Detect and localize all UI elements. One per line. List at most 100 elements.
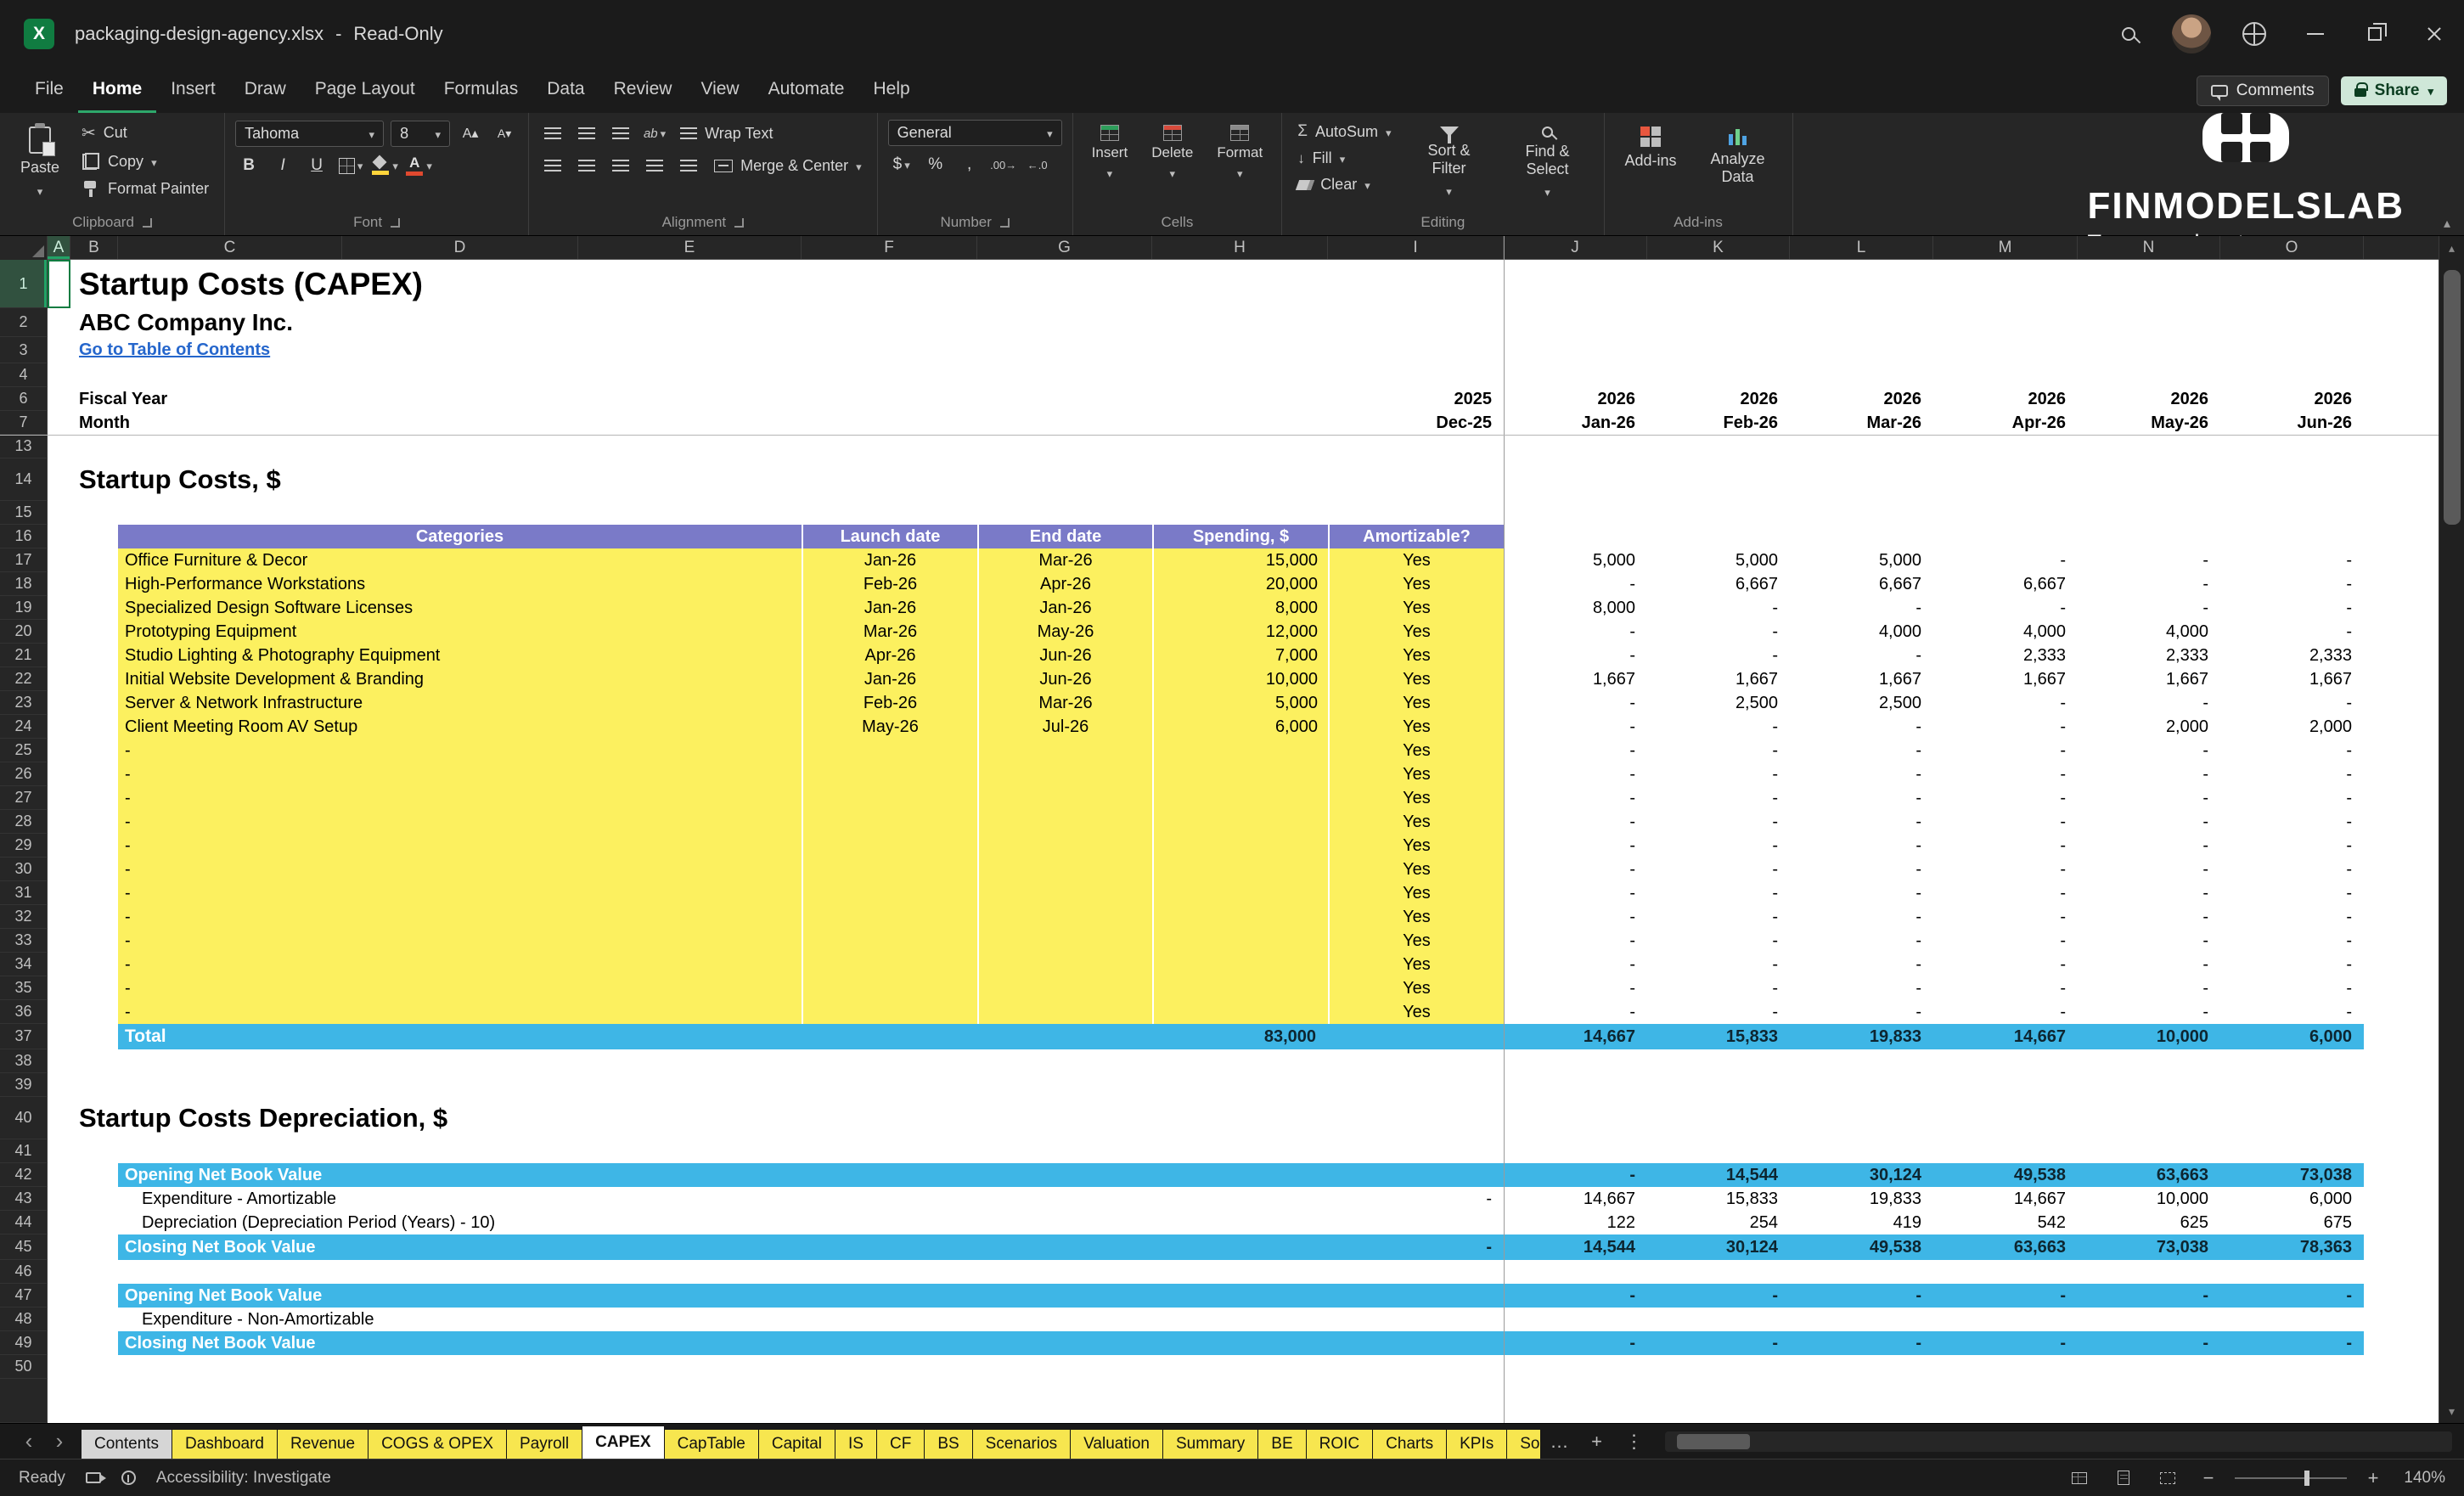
cell-K31[interactable]: - <box>1647 881 1790 905</box>
cell-O49[interactable]: - <box>2220 1331 2364 1355</box>
decrease-font-button[interactable] <box>491 120 518 147</box>
cell-C33[interactable]: - <box>118 929 802 953</box>
column-header-F[interactable]: F <box>802 236 977 259</box>
cell-K17[interactable]: 5,000 <box>1647 548 1790 572</box>
column-header-N[interactable]: N <box>2078 236 2220 259</box>
cell-C34[interactable]: - <box>118 953 802 976</box>
cell-K23[interactable]: 2,500 <box>1647 691 1790 715</box>
cell-H25[interactable] <box>1152 739 1328 762</box>
menu-tab-home[interactable]: Home <box>77 68 157 113</box>
menu-tab-file[interactable]: File <box>20 68 78 113</box>
cell-H26[interactable] <box>1152 762 1328 786</box>
row-header-49[interactable]: 49 <box>0 1331 48 1355</box>
cell-G28[interactable] <box>977 810 1152 834</box>
cell-N18[interactable]: - <box>2078 572 2220 596</box>
menu-tab-draw[interactable]: Draw <box>230 68 301 113</box>
cell-M49[interactable]: - <box>1933 1331 2078 1355</box>
row-header-46[interactable]: 46 <box>0 1260 48 1284</box>
cell-N25[interactable]: - <box>2078 739 2220 762</box>
cell-I31[interactable]: Yes <box>1328 881 1504 905</box>
cell-N31[interactable]: - <box>2078 881 2220 905</box>
row-header-40[interactable]: 40 <box>0 1097 48 1139</box>
zoom-out-button[interactable] <box>2197 1467 2219 1489</box>
cut-button[interactable]: Cut <box>76 120 214 146</box>
currency-format-button[interactable]: $ <box>888 151 915 178</box>
row-header-13[interactable]: 13 <box>0 435 48 458</box>
cell-H33[interactable] <box>1152 929 1328 953</box>
cell-J28[interactable]: - <box>1504 810 1647 834</box>
row-header-41[interactable]: 41 <box>0 1139 48 1163</box>
cell-I34[interactable]: Yes <box>1328 953 1504 976</box>
cell-O28[interactable]: - <box>2220 810 2364 834</box>
sheet-tab-bs[interactable]: BS <box>925 1430 973 1459</box>
next-sheet-button[interactable] <box>44 1424 75 1459</box>
cell-H34[interactable] <box>1152 953 1328 976</box>
cell-N49[interactable]: - <box>2078 1331 2220 1355</box>
cell-J43[interactable]: 14,667 <box>1504 1187 1647 1211</box>
column-header-O[interactable]: O <box>2220 236 2364 259</box>
menu-tab-review[interactable]: Review <box>599 68 687 113</box>
cell-N30[interactable]: - <box>2078 858 2220 881</box>
cell-K35[interactable]: - <box>1647 976 1790 1000</box>
column-header-B[interactable]: B <box>70 236 118 259</box>
cell-J33[interactable]: - <box>1504 929 1647 953</box>
cell-F26[interactable] <box>802 762 977 786</box>
cell-M43[interactable]: 14,667 <box>1933 1187 2078 1211</box>
cell-G35[interactable] <box>977 976 1152 1000</box>
cell-H32[interactable] <box>1152 905 1328 929</box>
cell-C18[interactable]: High-Performance Workstations <box>118 572 802 596</box>
cell-O7[interactable]: Jun-26 <box>2220 411 2364 435</box>
cell-J34[interactable]: - <box>1504 953 1647 976</box>
addins-button[interactable]: Add-ins <box>1615 120 1687 177</box>
cell-J44[interactable]: 122 <box>1504 1211 1647 1234</box>
row-header-34[interactable]: 34 <box>0 953 48 976</box>
cell-C47[interactable]: Opening Net Book Value <box>118 1284 977 1308</box>
decrease-indent-button[interactable] <box>641 152 668 179</box>
cell-M35[interactable]: - <box>1933 976 2078 1000</box>
cell-I24[interactable]: Yes <box>1328 715 1504 739</box>
cell-J36[interactable]: - <box>1504 1000 1647 1024</box>
cell-L25[interactable]: - <box>1790 739 1933 762</box>
cell-L18[interactable]: 6,667 <box>1790 572 1933 596</box>
sheet-tab-revenue[interactable]: Revenue <box>278 1430 369 1459</box>
menu-tab-insert[interactable]: Insert <box>156 68 230 113</box>
row-header-45[interactable]: 45 <box>0 1234 48 1260</box>
cell-I18[interactable]: Yes <box>1328 572 1504 596</box>
cell-L34[interactable]: - <box>1790 953 1933 976</box>
cell-M33[interactable]: - <box>1933 929 2078 953</box>
cell-C43[interactable]: Expenditure - Amortizable <box>118 1187 977 1211</box>
row-header-21[interactable]: 21 <box>0 644 48 667</box>
column-header-J[interactable]: J <box>1504 236 1647 259</box>
cell-I35[interactable]: Yes <box>1328 976 1504 1000</box>
sheet-tab-captable[interactable]: CapTable <box>664 1430 759 1459</box>
cell-F19[interactable]: Jan-26 <box>802 596 977 620</box>
cell-I36[interactable]: Yes <box>1328 1000 1504 1024</box>
cell-L29[interactable]: - <box>1790 834 1933 858</box>
cell-F24[interactable]: May-26 <box>802 715 977 739</box>
cell-N27[interactable]: - <box>2078 786 2220 810</box>
cell-C27[interactable]: - <box>118 786 802 810</box>
column-header-H[interactable]: H <box>1152 236 1328 259</box>
cell-C35[interactable]: - <box>118 976 802 1000</box>
sheet-tab-kpis[interactable]: KPIs <box>1447 1430 1508 1459</box>
cell-J21[interactable]: - <box>1504 644 1647 667</box>
cell-C37[interactable]: Total <box>118 1024 802 1049</box>
merge-center-button[interactable]: Merge & Center <box>709 155 867 177</box>
zoom-in-button[interactable] <box>2362 1467 2384 1489</box>
cell-L22[interactable]: 1,667 <box>1790 667 1933 691</box>
cell-L37[interactable]: 19,833 <box>1790 1024 1933 1049</box>
font-size-select[interactable]: 8 <box>391 120 451 147</box>
cell-C21[interactable]: Studio Lighting & Photography Equipment <box>118 644 802 667</box>
cell-M26[interactable]: - <box>1933 762 2078 786</box>
decrease-decimal-button[interactable] <box>1024 151 1051 178</box>
cell-N28[interactable]: - <box>2078 810 2220 834</box>
cell-M19[interactable]: - <box>1933 596 2078 620</box>
cell-K37[interactable]: 15,833 <box>1647 1024 1790 1049</box>
cell-C48[interactable]: Expenditure - Non-Amortizable <box>118 1308 977 1331</box>
close-button[interactable] <box>2405 0 2464 68</box>
cell-G32[interactable] <box>977 905 1152 929</box>
row-header-1[interactable]: 1 <box>0 260 48 308</box>
format-cells-button[interactable]: Format <box>1208 120 1271 187</box>
cell-J24[interactable]: - <box>1504 715 1647 739</box>
cell-C42[interactable]: Opening Net Book Value <box>118 1163 977 1187</box>
